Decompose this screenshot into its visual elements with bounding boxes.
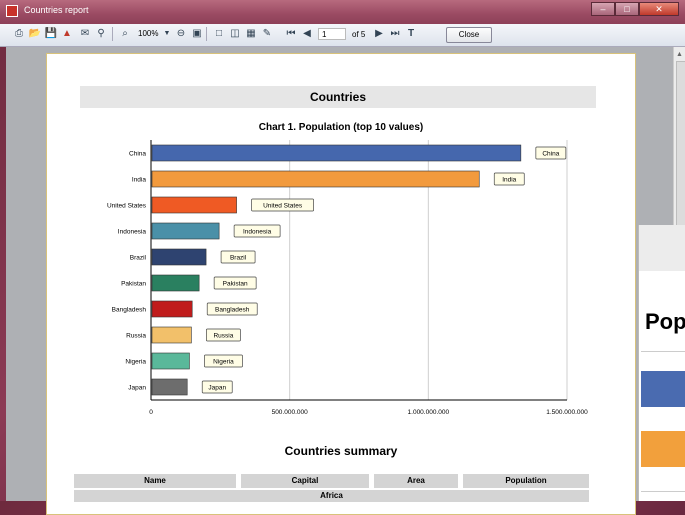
- bar: [151, 196, 237, 214]
- data-label: China: [542, 151, 559, 158]
- find-icon[interactable]: ⚲: [94, 27, 108, 41]
- x-tick-label: 1.500.000.000: [546, 409, 588, 416]
- bar: [151, 300, 193, 318]
- column-header-name: Name: [74, 474, 236, 488]
- bar: [151, 144, 522, 162]
- y-tick-label: India: [132, 177, 146, 184]
- bar: [151, 326, 192, 344]
- pdf-icon[interactable]: ▲: [60, 27, 74, 41]
- data-label: Brazil: [230, 255, 247, 262]
- data-label: India: [502, 177, 516, 184]
- toolbar-separator: [206, 27, 207, 41]
- divider: [641, 351, 685, 352]
- y-tick-label: Russia: [126, 333, 146, 340]
- data-label: Bangladesh: [215, 307, 250, 314]
- data-label: Russia: [213, 333, 233, 340]
- close-button[interactable]: Close: [446, 27, 492, 43]
- column-header-population: Population: [463, 474, 589, 488]
- column-header-capital: Capital: [241, 474, 369, 488]
- region-group-header: Africa: [74, 490, 589, 502]
- single-page-icon[interactable]: □: [212, 27, 226, 41]
- overlapping-bar: [641, 371, 685, 407]
- data-label: Japan: [208, 385, 226, 392]
- open-icon[interactable]: 📂: [28, 27, 42, 41]
- report-page: Countries Chart 1. Population (top 10 va…: [46, 53, 636, 515]
- window-title: Countries report: [24, 5, 89, 15]
- page-count: of 5: [352, 30, 366, 39]
- page-number-input[interactable]: 1: [318, 28, 346, 40]
- toolbar: ⎙ 📂 💾 ▲ ✉ ⚲ ⌕ 100% ▼ ⊖ ▣ □ ◫ ▦ ✎ ⏮ ◀ 1 o…: [0, 24, 685, 47]
- last-page-icon[interactable]: ⏭: [388, 27, 402, 41]
- zoom-out-icon[interactable]: ⊖: [174, 27, 188, 41]
- data-label: United States: [263, 203, 303, 210]
- y-tick-label: United States: [107, 203, 147, 210]
- y-tick-label: Bangladesh: [112, 307, 147, 314]
- first-page-icon[interactable]: ⏮: [284, 27, 298, 41]
- edit-icon[interactable]: ✎: [260, 27, 274, 41]
- page-icon[interactable]: ▣: [190, 27, 204, 41]
- x-tick-label: 0: [149, 409, 153, 416]
- two-page-icon[interactable]: ◫: [228, 27, 242, 41]
- next-page-icon[interactable]: ▶: [372, 27, 386, 41]
- overlapping-window-title: Pop: [645, 309, 685, 334]
- y-tick-label: Pakistan: [121, 281, 146, 288]
- minimize-button[interactable]: –: [591, 2, 615, 16]
- x-tick-label: 1.000.000.000: [408, 409, 450, 416]
- summary-title: Countries summary: [284, 444, 398, 458]
- zoom-icon[interactable]: ⌕: [118, 27, 132, 41]
- bar: [151, 352, 190, 370]
- maximize-button[interactable]: □: [615, 2, 639, 16]
- scroll-up-icon[interactable]: ▲: [676, 51, 683, 58]
- toolbar-separator: [112, 27, 113, 41]
- previous-page-icon[interactable]: ◀: [300, 27, 314, 41]
- y-tick-label: Brazil: [130, 255, 147, 262]
- print-icon[interactable]: ⎙: [12, 27, 26, 41]
- column-header-area: Area: [374, 474, 458, 488]
- y-tick-label: Nigeria: [125, 359, 146, 366]
- chevron-down-icon[interactable]: ▼: [160, 27, 174, 41]
- save-icon[interactable]: 💾: [44, 27, 58, 41]
- overlapping-bar: [641, 431, 685, 467]
- title-bar: Countries report – □ ✕: [0, 0, 685, 24]
- bar: [151, 274, 200, 292]
- overlapping-window-header: [639, 225, 685, 271]
- text-tool-icon[interactable]: T: [404, 27, 418, 41]
- zoom-select[interactable]: 100%: [138, 29, 158, 38]
- bar: [151, 170, 480, 188]
- bar: [151, 378, 188, 396]
- data-label: Pakistan: [223, 281, 248, 288]
- divider: [641, 491, 685, 492]
- bar: [151, 248, 207, 266]
- thumbnails-icon[interactable]: ▦: [244, 27, 258, 41]
- data-label: Nigeria: [213, 359, 234, 366]
- data-label: Indonesia: [243, 229, 272, 236]
- report-window: Countries report – □ ✕ ⎙ 📂 💾 ▲ ✉ ⚲ ⌕ 100…: [0, 0, 685, 515]
- y-tick-label: China: [129, 151, 146, 158]
- overlapping-window[interactable]: Pop: [638, 225, 685, 501]
- bar: [151, 222, 220, 240]
- close-window-button[interactable]: ✕: [639, 2, 679, 16]
- y-tick-label: Indonesia: [118, 229, 147, 236]
- x-tick-label: 500.000.000: [272, 409, 309, 416]
- y-tick-label: Japan: [128, 385, 146, 392]
- population-chart: 0 500.000.000 1.000.000.000 1.500.000.000 Ch…: [107, 140, 588, 416]
- email-icon[interactable]: ✉: [78, 27, 92, 41]
- app-icon: [6, 5, 18, 17]
